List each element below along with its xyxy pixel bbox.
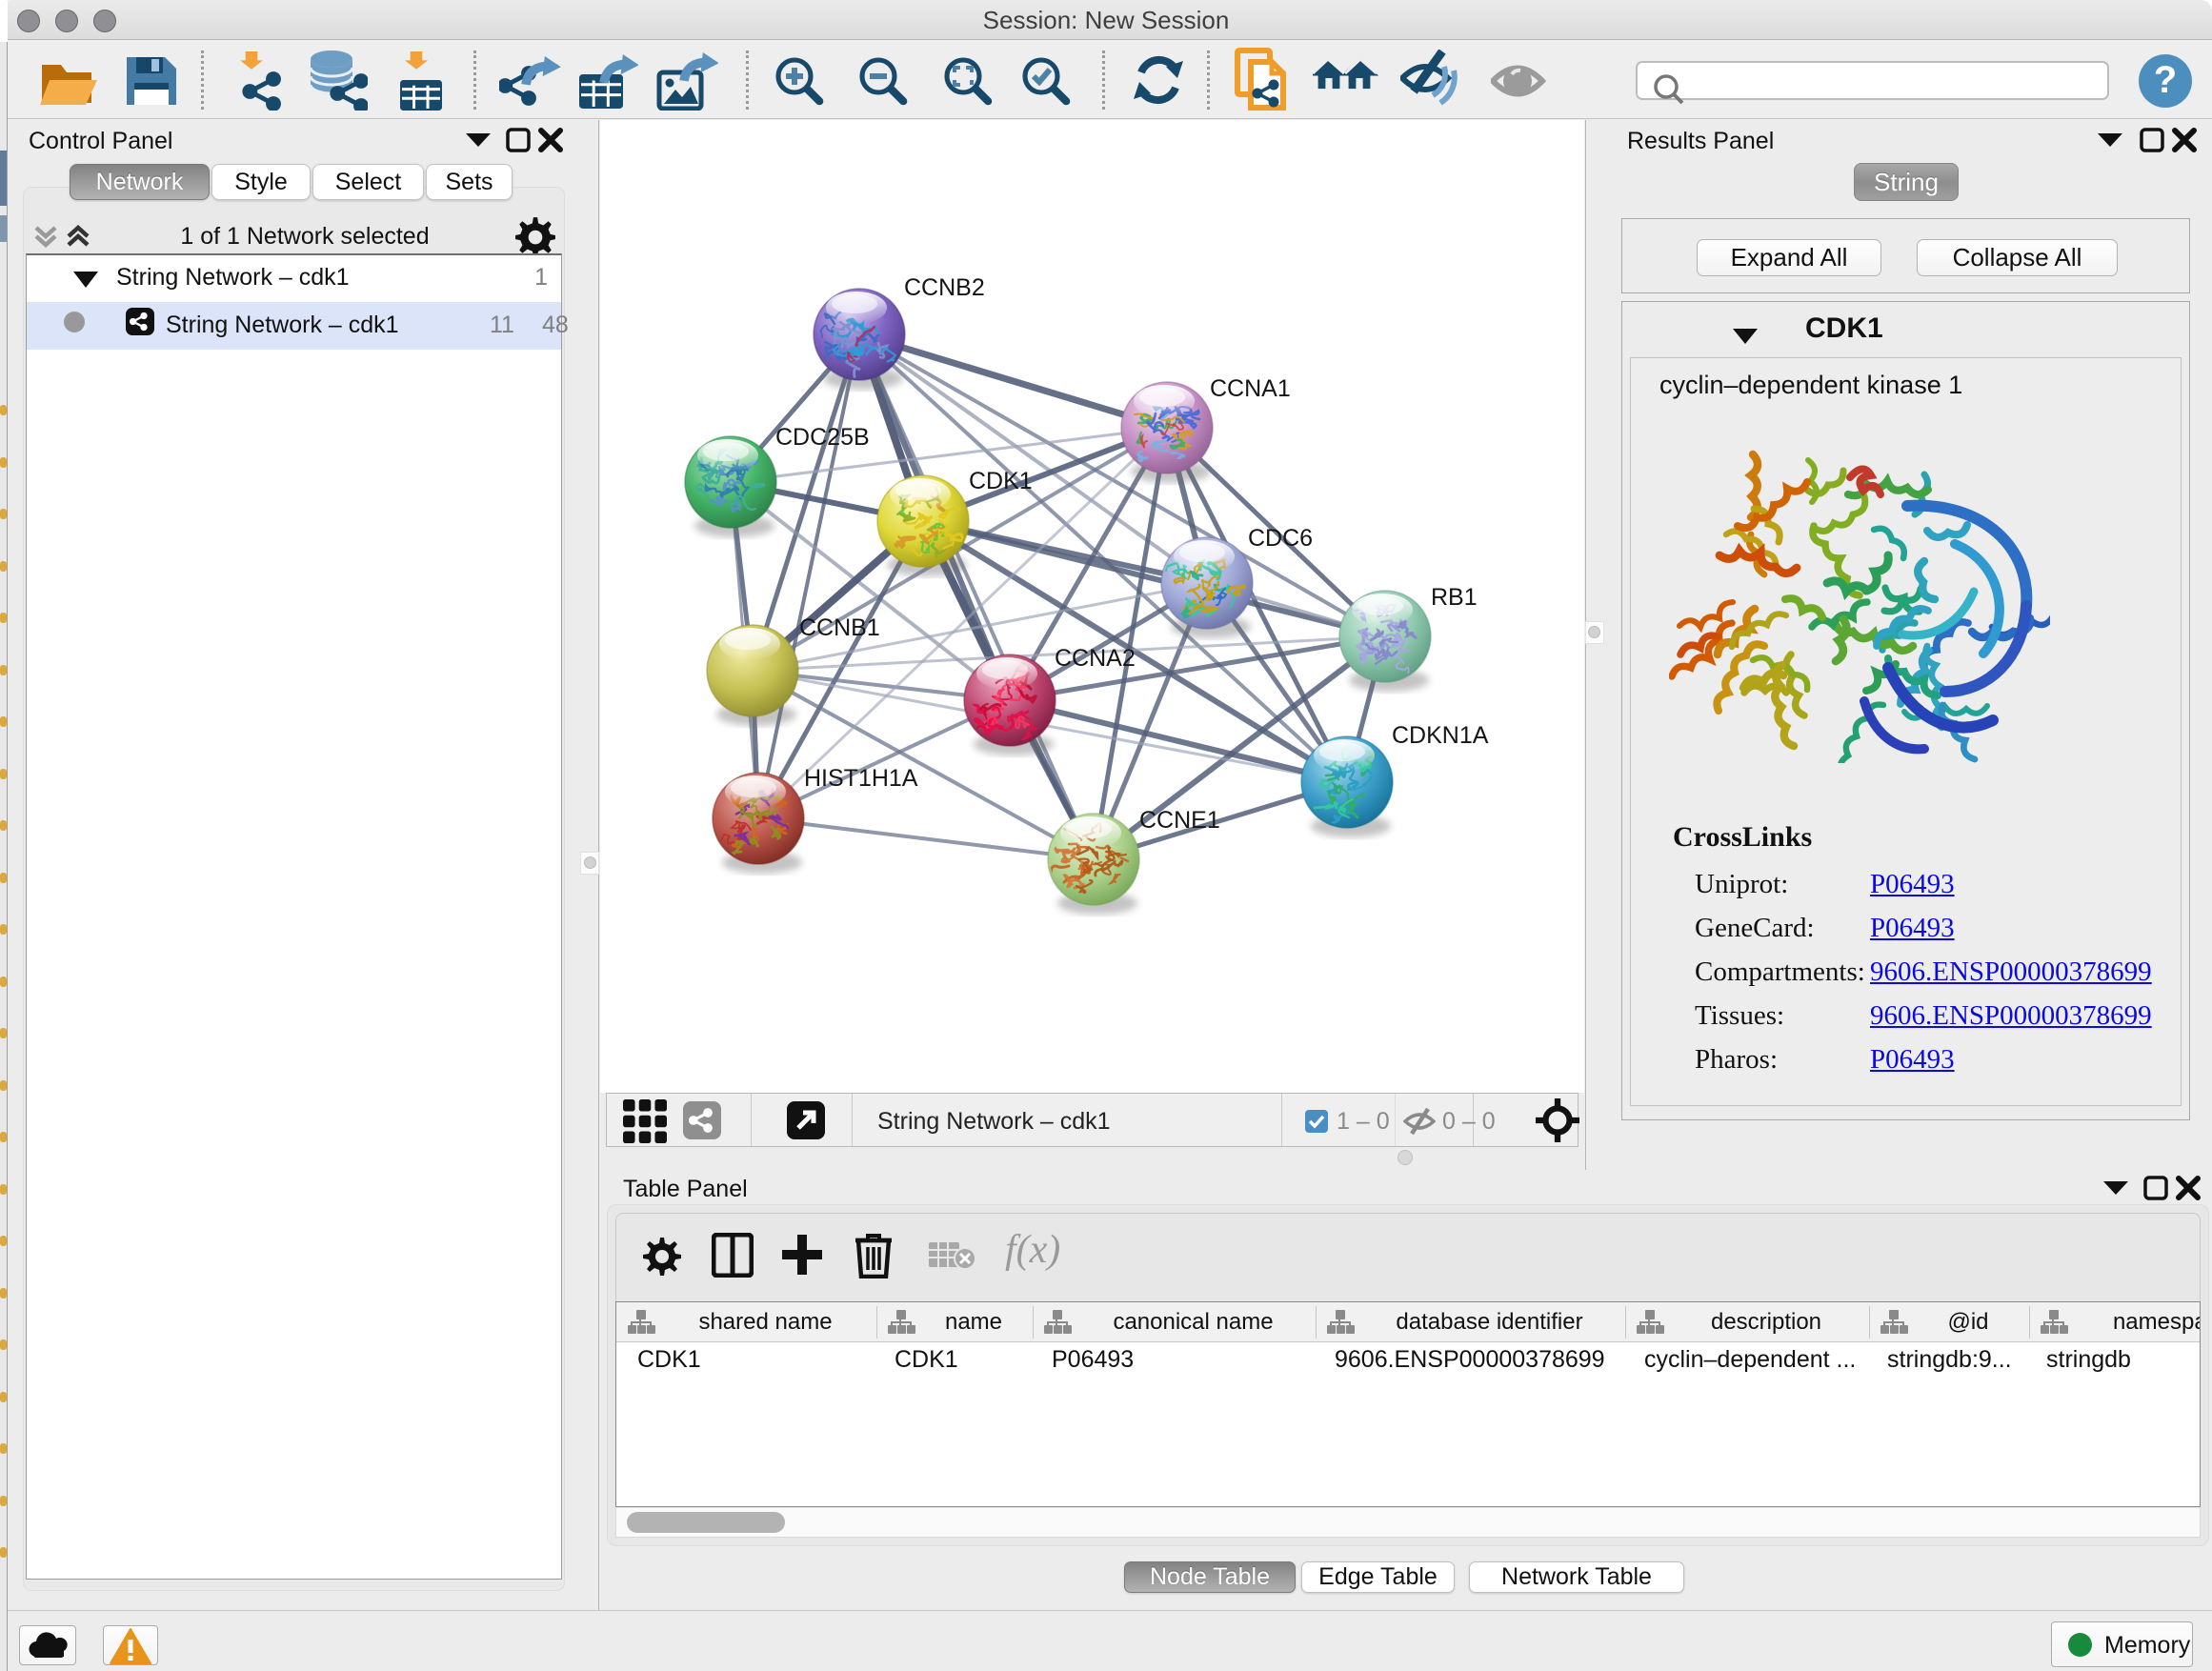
svg-text:CDC6: CDC6 xyxy=(1248,525,1313,552)
svg-text:?: ? xyxy=(2154,59,2177,101)
svg-text:CCNB2: CCNB2 xyxy=(904,274,985,301)
svg-text:CCNE1: CCNE1 xyxy=(1139,807,1220,834)
svg-text:CCNB1: CCNB1 xyxy=(799,614,880,641)
svg-text:CCNA2: CCNA2 xyxy=(1055,645,1136,672)
svg-text:CDKN1A: CDKN1A xyxy=(1392,722,1489,749)
svg-text:HIST1H1A: HIST1H1A xyxy=(804,765,918,792)
svg-text:CDC25B: CDC25B xyxy=(775,424,870,451)
svg-text:CDK1: CDK1 xyxy=(969,468,1033,494)
svg-text:RB1: RB1 xyxy=(1431,584,1478,611)
svg-text:CCNA1: CCNA1 xyxy=(1210,375,1291,402)
